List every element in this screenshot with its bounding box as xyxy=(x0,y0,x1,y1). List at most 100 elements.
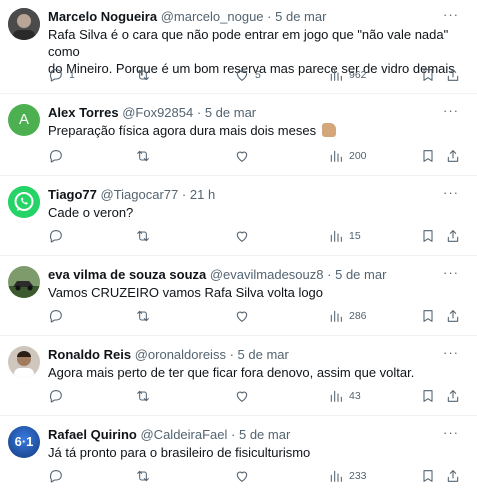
views-button[interactable]: 962 xyxy=(328,65,367,85)
tweet-text-line: Rafa Silva é o cara que não pode entrar … xyxy=(48,27,449,59)
avatar[interactable] xyxy=(8,266,40,298)
view-count: 233 xyxy=(349,470,367,482)
reply-button[interactable] xyxy=(48,386,64,406)
user-handle[interactable]: @Fox92854 xyxy=(122,105,193,120)
car-photo xyxy=(8,266,40,298)
retweet-icon xyxy=(137,470,149,482)
share-button[interactable] xyxy=(445,226,461,246)
like-button[interactable] xyxy=(234,146,250,166)
avatar[interactable] xyxy=(8,8,40,40)
display-name[interactable]: Alex Torres xyxy=(48,105,119,120)
views-button[interactable]: 43 xyxy=(328,386,361,406)
avatar[interactable] xyxy=(8,186,40,218)
heart-icon xyxy=(236,311,248,322)
like-button[interactable] xyxy=(234,306,250,326)
reply-button[interactable] xyxy=(48,226,64,246)
user-handle[interactable]: @CaldeiraFael xyxy=(140,427,227,442)
display-name[interactable]: Ronaldo Reis xyxy=(48,347,131,362)
tweet-item[interactable]: Tiago77 @Tiagocar77 · 21 h ··· Cade o ve… xyxy=(0,176,477,256)
avatar[interactable] xyxy=(8,346,40,378)
action-bar: 233 xyxy=(44,466,467,486)
display-name[interactable]: Marcelo Nogueira xyxy=(48,9,157,24)
like-button[interactable] xyxy=(234,226,250,246)
share-button[interactable] xyxy=(445,306,461,326)
retweet-button[interactable] xyxy=(135,386,151,406)
bookmark-icon xyxy=(423,310,433,322)
view-count: 15 xyxy=(349,230,361,242)
display-name[interactable]: eva vilma de souza souza xyxy=(48,267,206,282)
more-options-button[interactable]: ··· xyxy=(443,344,459,362)
more-options-button[interactable]: ··· xyxy=(443,6,459,24)
separator-dot: · xyxy=(327,267,332,282)
tweet-text-line: Cade o veron? xyxy=(48,205,134,220)
views-button[interactable]: 286 xyxy=(328,306,367,326)
retweet-button[interactable] xyxy=(135,226,151,246)
share-button[interactable] xyxy=(445,65,461,85)
share-icon xyxy=(447,310,459,322)
bookmark-button[interactable] xyxy=(420,466,436,486)
reply-button[interactable]: 1 xyxy=(48,65,75,85)
retweet-icon xyxy=(137,310,149,322)
views-button[interactable]: 15 xyxy=(328,226,361,246)
retweet-button[interactable] xyxy=(135,146,151,166)
user-handle[interactable]: @oronaldoreiss xyxy=(135,347,226,362)
tweet-item[interactable]: eva vilma de souza souza @evavilmadesouz… xyxy=(0,256,477,336)
bookmark-button[interactable] xyxy=(420,306,436,326)
bookmark-button[interactable] xyxy=(420,226,436,246)
tweet-item[interactable]: 6·1 Rafael Quirino @CaldeiraFael · 5 de … xyxy=(0,416,477,496)
timestamp[interactable]: 5 de mar xyxy=(275,9,326,24)
bookmark-icon xyxy=(423,69,433,81)
more-options-button[interactable]: ··· xyxy=(443,184,459,202)
tweet-text: Agora mais perto de ter que ficar fora d… xyxy=(48,364,461,381)
reply-button[interactable] xyxy=(48,466,64,486)
reply-icon xyxy=(49,230,62,243)
like-button[interactable] xyxy=(234,466,250,486)
reply-button[interactable] xyxy=(48,146,64,166)
reply-icon xyxy=(49,310,62,323)
reply-count: 1 xyxy=(69,69,75,81)
more-options-button[interactable]: ··· xyxy=(443,102,459,120)
avatar-letter: A xyxy=(18,111,29,128)
timestamp[interactable]: 5 de mar xyxy=(205,105,256,120)
timestamp[interactable]: 5 de mar xyxy=(239,427,290,442)
user-handle[interactable]: @Tiagocar77 xyxy=(101,187,179,202)
view-count: 43 xyxy=(349,390,361,402)
user-handle[interactable]: @marcelo_nogue xyxy=(161,9,264,24)
timestamp[interactable]: 21 h xyxy=(190,187,215,202)
like-button[interactable] xyxy=(234,386,250,406)
user-handle[interactable]: @evavilmadesouz8 xyxy=(210,267,324,282)
tweet-item[interactable]: Ronaldo Reis @oronaldoreiss · 5 de mar ·… xyxy=(0,336,477,416)
action-bar: 15 xyxy=(44,226,467,246)
tweet-item[interactable]: A Alex Torres @Fox92854 · 5 de mar ··· P… xyxy=(0,94,477,176)
tweet-item[interactable]: Marcelo Nogueira @marcelo_nogue · 5 de m… xyxy=(0,0,477,94)
like-button[interactable]: 5 xyxy=(234,65,261,85)
avatar[interactable]: 6·1 xyxy=(8,426,40,458)
views-button[interactable]: 200 xyxy=(328,146,367,166)
display-name[interactable]: Tiago77 xyxy=(48,187,97,202)
bookmark-icon xyxy=(423,390,433,402)
thumbs-up-emoji xyxy=(321,123,336,137)
timestamp[interactable]: 5 de mar xyxy=(238,347,289,362)
action-bar: 1 5 962 xyxy=(44,65,467,85)
display-name[interactable]: Rafael Quirino xyxy=(48,427,137,442)
views-button[interactable]: 233 xyxy=(328,466,367,486)
retweet-button[interactable] xyxy=(135,306,151,326)
bookmark-button[interactable] xyxy=(420,386,436,406)
tweet-text-line: Preparação física agora dura mais dois m… xyxy=(48,123,317,138)
share-button[interactable] xyxy=(445,386,461,406)
more-options-button[interactable]: ··· xyxy=(443,424,459,442)
retweet-button[interactable] xyxy=(135,466,151,486)
view-count: 200 xyxy=(349,150,367,162)
timestamp[interactable]: 5 de mar xyxy=(335,267,386,282)
avatar[interactable]: A xyxy=(8,104,40,136)
analytics-icon xyxy=(330,69,342,81)
retweet-button[interactable] xyxy=(135,65,156,85)
share-button[interactable] xyxy=(445,146,461,166)
tweet-text: Já tá pronto para o brasileiro de fisicu… xyxy=(48,444,461,461)
bookmark-button[interactable] xyxy=(420,146,436,166)
bookmark-icon xyxy=(423,230,433,242)
more-options-button[interactable]: ··· xyxy=(443,264,459,282)
share-button[interactable] xyxy=(445,466,461,486)
reply-button[interactable] xyxy=(48,306,64,326)
bookmark-button[interactable] xyxy=(420,65,436,85)
